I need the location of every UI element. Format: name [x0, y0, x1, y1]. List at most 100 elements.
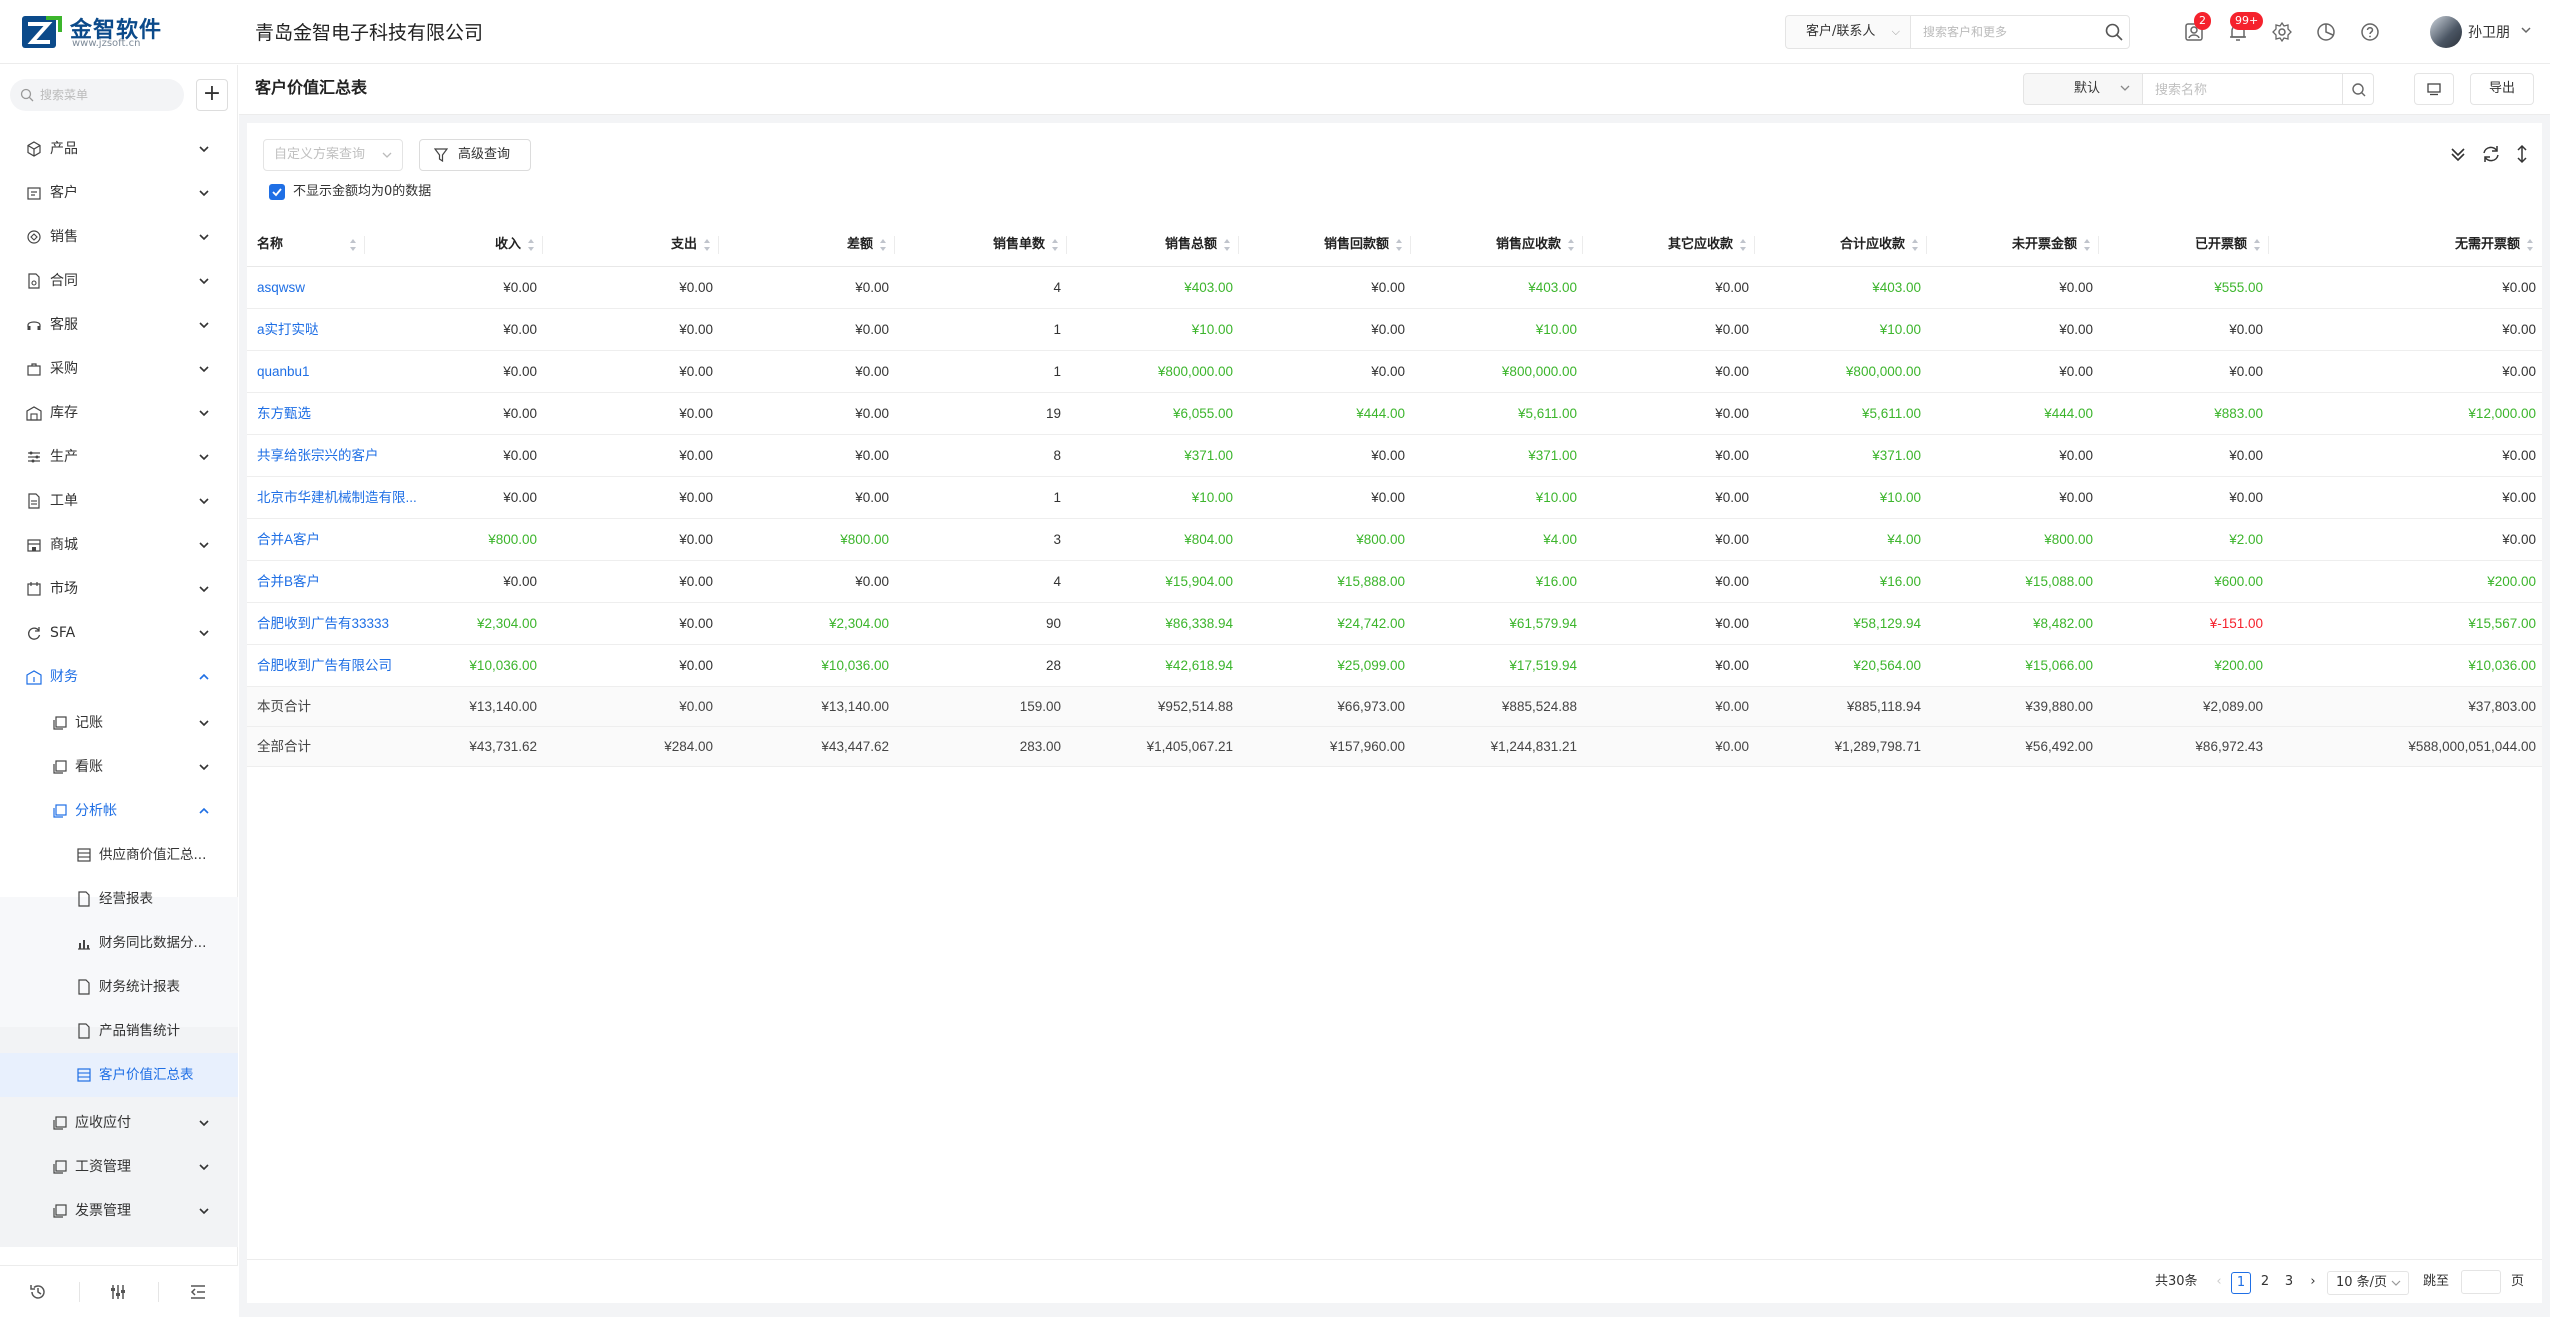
- page-size-select[interactable]: 10 条/页: [2327, 1271, 2409, 1295]
- name-search-button[interactable]: [2342, 73, 2374, 105]
- table-row[interactable]: 合并A客户 ¥800.00 ¥0.00 ¥800.00 3 ¥804.00 ¥800.00 ¥…: [247, 519, 2542, 561]
- sidebar-leaf-product-sales[interactable]: 产品销售统计: [0, 1009, 238, 1053]
- column-header-uninvoiced[interactable]: 未开票金额: [1927, 223, 2099, 266]
- cell-name[interactable]: asqwsw: [247, 267, 365, 308]
- sliders-icon[interactable]: [108, 1282, 128, 1302]
- column-header-income[interactable]: 收入: [365, 223, 543, 266]
- sidebar-subitem-view-accounts[interactable]: 看账: [0, 745, 238, 789]
- table-row[interactable]: 合肥收到广告有限公司 ¥10,036.00 ¥0.00 ¥10,036.00 28 ¥42…: [247, 645, 2542, 687]
- search-icon[interactable]: [2104, 22, 2124, 42]
- search-type-select[interactable]: 客户/联系人 ⌵: [1785, 15, 1910, 49]
- column-header-sales-receivable[interactable]: 销售应收款: [1411, 223, 1583, 266]
- sidebar-item-mall[interactable]: 商城: [0, 523, 238, 567]
- username[interactable]: 孙卫朋: [2468, 22, 2510, 42]
- column-header-no-invoice-needed[interactable]: 无需开票额: [2269, 223, 2542, 266]
- sort-icon[interactable]: [1567, 238, 1575, 252]
- sidebar-leaf-finance-stats[interactable]: 财务统计报表: [0, 965, 238, 1009]
- sidebar-item-contract[interactable]: 合同: [0, 259, 238, 303]
- prev-page-icon[interactable]: ‹: [2209, 1272, 2229, 1294]
- sidebar-item-sfa[interactable]: SFA: [0, 611, 238, 655]
- sidebar-leaf-yoy-analysis[interactable]: 财务同比数据分...: [0, 921, 238, 965]
- sidebar-leaf-customer-value[interactable]: 客户价值汇总表: [0, 1053, 238, 1097]
- jump-page-input[interactable]: [2461, 1270, 2501, 1294]
- sidebar-leaf-operating-report[interactable]: 经营报表: [0, 877, 238, 921]
- sidebar-item-service[interactable]: 客服: [0, 303, 238, 347]
- sidebar-item-inventory[interactable]: 库存: [0, 391, 238, 435]
- cell-name[interactable]: 合并A客户: [247, 519, 365, 560]
- sort-icon[interactable]: [1911, 238, 1919, 252]
- column-header-sales-count[interactable]: 销售单数: [895, 223, 1067, 266]
- sidebar-item-hr[interactable]: 人事: [0, 117, 238, 127]
- custom-scheme-select[interactable]: 自定义方案查询: [263, 139, 403, 171]
- sidebar-item-product[interactable]: 产品: [0, 127, 238, 171]
- sidebar-item-finance[interactable]: 财务: [0, 655, 238, 699]
- column-header-name[interactable]: 名称: [247, 223, 365, 266]
- history-icon[interactable]: [28, 1282, 48, 1302]
- sort-icon[interactable]: [1223, 238, 1231, 252]
- table-row[interactable]: 东方甄选 ¥0.00 ¥0.00 ¥0.00 19 ¥6,055.00 ¥444.00 ¥5,…: [247, 393, 2542, 435]
- sort-icon[interactable]: [2526, 238, 2534, 252]
- cell-name[interactable]: 合并B客户: [247, 561, 365, 602]
- sidebar-item-sales[interactable]: 销售: [0, 215, 238, 259]
- cell-name[interactable]: quanbu1: [247, 351, 365, 392]
- table-row[interactable]: 共享给张宗兴的客户 ¥0.00 ¥0.00 ¥0.00 8 ¥371.00 ¥0.00 ¥37…: [247, 435, 2542, 477]
- cell-name[interactable]: 合肥收到广告有限公司: [247, 645, 392, 686]
- sidebar-subitem-bookkeeping[interactable]: 记账: [0, 701, 238, 745]
- sidebar-leaf-supplier-value[interactable]: 供应商价值汇总...: [0, 833, 238, 877]
- sidebar-item-workorder[interactable]: 工单: [0, 479, 238, 523]
- sidebar-subitem-invoice[interactable]: 发票管理: [0, 1189, 238, 1233]
- row-height-icon[interactable]: [2511, 143, 2533, 165]
- column-header-sales-total[interactable]: 销售总额: [1067, 223, 1239, 266]
- chart-pie-icon[interactable]: [2314, 20, 2338, 44]
- cell-name[interactable]: 东方甄选: [247, 393, 365, 434]
- table-row[interactable]: quanbu1 ¥0.00 ¥0.00 ¥0.00 1 ¥800,000.00 ¥0.00 ¥…: [247, 351, 2542, 393]
- sort-icon[interactable]: [2253, 238, 2261, 252]
- column-header-sales-received[interactable]: 销售回款额: [1239, 223, 1411, 266]
- double-chevron-down-icon[interactable]: [2447, 143, 2469, 165]
- sidebar-item-market[interactable]: 市场: [0, 567, 238, 611]
- help-icon[interactable]: [2358, 20, 2382, 44]
- page-number[interactable]: 2: [2255, 1272, 2275, 1294]
- sort-icon[interactable]: [1739, 238, 1747, 252]
- print-button[interactable]: [2414, 73, 2454, 105]
- table-row[interactable]: asqwsw ¥0.00 ¥0.00 ¥0.00 4 ¥403.00 ¥0.00 ¥403.0…: [247, 267, 2542, 309]
- menu-search-input[interactable]: 搜索菜单: [10, 79, 184, 111]
- cell-name[interactable]: a实打实哒: [247, 309, 365, 350]
- page-number[interactable]: 3: [2279, 1272, 2299, 1294]
- sidebar-subitem-payroll[interactable]: 工资管理: [0, 1145, 238, 1189]
- advanced-query-button[interactable]: 高级查询: [419, 139, 531, 171]
- refresh-icon[interactable]: [2480, 143, 2502, 165]
- next-page-icon[interactable]: ›: [2303, 1272, 2323, 1294]
- hide-zero-checkbox[interactable]: [269, 184, 285, 200]
- cell-name[interactable]: 北京市华建机械制造有限...: [247, 477, 417, 518]
- cell-name[interactable]: 共享给张宗兴的客户: [247, 435, 379, 476]
- column-header-other-receivable[interactable]: 其它应收款: [1583, 223, 1755, 266]
- sort-icon[interactable]: [1051, 238, 1059, 252]
- sidebar-subitem-analysis[interactable]: 分析帐: [0, 789, 238, 833]
- table-row[interactable]: a实打实哒 ¥0.00 ¥0.00 ¥0.00 1 ¥10.00 ¥0.00 ¥10.00 ¥0…: [247, 309, 2542, 351]
- column-header-expense[interactable]: 支出: [543, 223, 719, 266]
- sidebar-item-production[interactable]: 生产: [0, 435, 238, 479]
- sort-icon[interactable]: [349, 238, 357, 252]
- table-row[interactable]: 北京市华建机械制造有限... ¥0.00 ¥0.00 ¥0.00 1 ¥10.00 ¥0.0…: [247, 477, 2542, 519]
- column-header-difference[interactable]: 差额: [719, 223, 895, 266]
- view-select[interactable]: 默认: [2023, 73, 2143, 105]
- collapse-menu-icon[interactable]: [188, 1282, 208, 1302]
- sidebar-item-purchase[interactable]: 采购: [0, 347, 238, 391]
- sidebar-subitem-receivables[interactable]: 应收应付: [0, 1101, 238, 1145]
- sidebar-item-customer[interactable]: 客户: [0, 171, 238, 215]
- gear-icon[interactable]: [2270, 20, 2294, 44]
- logo[interactable]: 金智软件 www.jzsoft.cn: [20, 10, 161, 54]
- chevron-down-icon[interactable]: [2518, 22, 2534, 38]
- column-header-invoiced[interactable]: 已开票额: [2099, 223, 2269, 266]
- export-button[interactable]: 导出: [2470, 73, 2534, 105]
- table-row[interactable]: 合肥收到广告有33333 ¥2,304.00 ¥0.00 ¥2,304.00 90 ¥86…: [247, 603, 2542, 645]
- global-search-input[interactable]: [1910, 15, 2130, 49]
- table-row[interactable]: 合并B客户 ¥0.00 ¥0.00 ¥0.00 4 ¥15,904.00 ¥15,888.0…: [247, 561, 2542, 603]
- sort-icon[interactable]: [527, 238, 535, 252]
- add-menu-button[interactable]: +: [196, 79, 228, 111]
- name-search-input[interactable]: [2143, 73, 2343, 105]
- sort-icon[interactable]: [703, 238, 711, 252]
- sort-icon[interactable]: [2083, 238, 2091, 252]
- avatar[interactable]: [2430, 16, 2462, 48]
